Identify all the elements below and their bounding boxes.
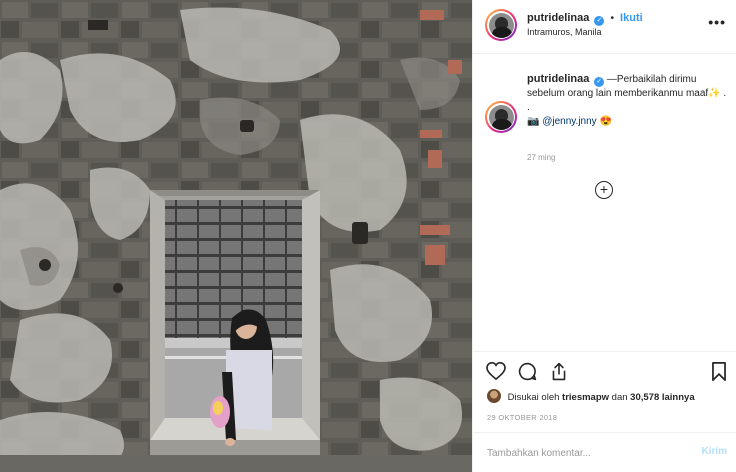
caption-username[interactable]: putridelinaa bbox=[527, 73, 589, 85]
caption: putridelinaa ✓ —Perbaikilah dirimu sebel… bbox=[527, 72, 727, 129]
author-avatar[interactable] bbox=[485, 9, 517, 41]
post-details-panel: putridelinaa ✓ • Ikuti Intramuros, Manil… bbox=[472, 0, 736, 472]
comment-icon[interactable] bbox=[518, 362, 537, 381]
heart-icon[interactable] bbox=[486, 362, 506, 380]
header-user-line: putridelinaa ✓ • Ikuti bbox=[527, 12, 643, 26]
more-options-icon[interactable]: ••• bbox=[708, 14, 726, 30]
sparkles-emoji-icon: ✨ bbox=[708, 88, 721, 99]
separator-dot: • bbox=[610, 13, 614, 24]
likes-count[interactable]: 30,578 lainnya bbox=[630, 392, 694, 403]
caption-author-avatar[interactable] bbox=[485, 101, 517, 133]
action-bar bbox=[473, 351, 736, 387]
post-location[interactable]: Intramuros, Manila bbox=[527, 27, 602, 37]
caption-text-suffix: . bbox=[720, 88, 727, 99]
post-header: putridelinaa ✓ • Ikuti Intramuros, Manil… bbox=[473, 0, 736, 54]
author-username[interactable]: putridelinaa bbox=[527, 12, 589, 24]
verified-badge-icon: ✓ bbox=[594, 77, 605, 87]
post-date[interactable]: 29 OKTOBER 2018 bbox=[487, 413, 557, 422]
likes-connector: dan bbox=[611, 392, 628, 403]
caption-dot-line: . bbox=[527, 102, 530, 113]
add-comment-bar: Kirim bbox=[473, 432, 736, 472]
plus-circle-icon[interactable]: + bbox=[595, 181, 613, 199]
likes-summary: Disukai oleh triesmapw dan 30,578 lainny… bbox=[487, 389, 695, 403]
liker-avatar[interactable] bbox=[487, 389, 501, 403]
heart-eyes-emoji-icon: 😍 bbox=[599, 116, 612, 127]
verified-badge-icon: ✓ bbox=[594, 16, 605, 26]
liker-username[interactable]: triesmapw bbox=[562, 392, 609, 403]
post-photo-image bbox=[0, 0, 472, 472]
mention-link[interactable]: @jenny.jnny bbox=[542, 116, 596, 127]
follow-button[interactable]: Ikuti bbox=[620, 12, 643, 24]
comment-input[interactable] bbox=[487, 445, 687, 461]
post-comment-button[interactable]: Kirim bbox=[701, 446, 727, 457]
comments-section: putridelinaa ✓ —Perbaikilah dirimu sebel… bbox=[473, 54, 736, 351]
post-photo[interactable] bbox=[0, 0, 472, 472]
bookmark-icon[interactable] bbox=[711, 362, 727, 381]
share-icon[interactable] bbox=[550, 362, 568, 381]
camera-icon: 📷 bbox=[527, 116, 540, 127]
likes-prefix: Disukai oleh bbox=[507, 392, 560, 403]
caption-time-ago[interactable]: 27 ming bbox=[527, 153, 555, 162]
